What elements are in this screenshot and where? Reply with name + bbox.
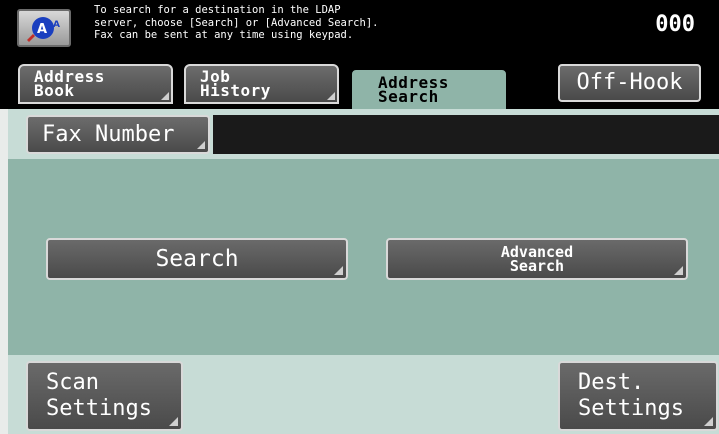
help-icon: A A — [27, 17, 60, 42]
counter: 000 — [655, 12, 695, 37]
advanced-search-button[interactable]: Advanced Search — [386, 238, 688, 280]
off-hook-button[interactable]: Off-Hook — [558, 64, 701, 102]
fax-number-button[interactable]: Fax Number — [26, 115, 210, 154]
tab-address-book[interactable]: Address Book — [18, 64, 173, 104]
message-bar: A A To search for a destination in the L… — [0, 0, 719, 57]
svg-text:A: A — [37, 22, 47, 37]
scan-settings-button[interactable]: Scan Settings — [26, 361, 183, 431]
dest-settings-button[interactable]: Dest. Settings — [558, 361, 718, 431]
tab-job-history[interactable]: Job History — [184, 64, 339, 104]
search-button[interactable]: Search — [46, 238, 348, 280]
tab-address-search[interactable]: Address Search — [352, 70, 506, 109]
help-button[interactable]: A A — [17, 9, 71, 47]
instruction-text: To search for a destination in the LDAP s… — [94, 4, 379, 41]
fax-number-field[interactable] — [213, 115, 719, 154]
svg-text:A: A — [53, 20, 60, 30]
